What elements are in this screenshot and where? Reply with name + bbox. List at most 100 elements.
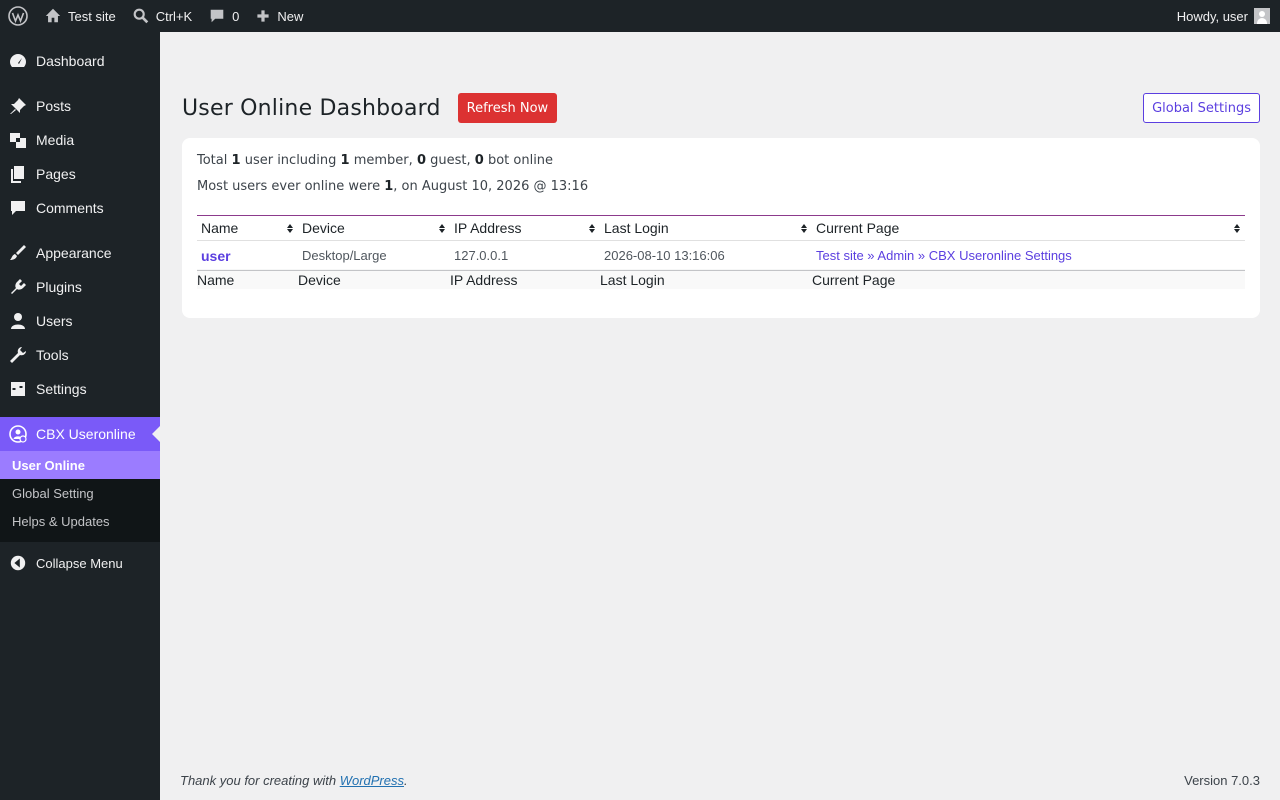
global-settings-button[interactable]: Global Settings	[1143, 93, 1260, 123]
brush-icon	[0, 243, 36, 263]
table-header-row: Name Device IP Address Last Login Curren…	[197, 215, 1245, 241]
sidebar-item-appearance[interactable]: Appearance	[0, 236, 160, 270]
comment-icon	[0, 198, 36, 218]
sidebar-item-comments[interactable]: Comments	[0, 191, 160, 225]
sidebar-item-dashboard[interactable]: Dashboard	[0, 44, 160, 78]
submenu-global-setting[interactable]: Global Setting	[0, 479, 160, 507]
sidebar-item-label: Comments	[36, 200, 104, 216]
sidebar-item-users[interactable]: Users	[0, 304, 160, 338]
cell-device: Desktop/Large	[298, 240, 450, 271]
comment-icon	[210, 9, 224, 23]
sidebar-item-label: Users	[36, 313, 73, 329]
footer-label-ip: IP Address	[450, 270, 600, 289]
sidebar-item-label: CBX Useronline	[36, 426, 136, 442]
stat-text: Most users ever online were	[197, 179, 381, 194]
my-account-menu[interactable]: Howdy, user	[1177, 8, 1280, 24]
footer-text: Thank you for creating with	[180, 773, 337, 788]
cell-last-login: 2026-08-10 13:16:06	[600, 240, 812, 271]
sort-icon	[439, 224, 446, 234]
home-icon	[45, 8, 61, 23]
main-content: User Online Dashboard Refresh Now Global…	[160, 32, 1280, 800]
sidebar-item-label: Pages	[36, 166, 76, 182]
stat-bot-count: 0	[474, 153, 484, 168]
table-footer-row: Name Device IP Address Last Login Curren…	[197, 270, 1245, 289]
sort-icon	[287, 224, 294, 234]
page-header: User Online Dashboard Refresh Now Global…	[182, 92, 1260, 124]
total-online-summary: Total 1 user including 1 member, 0 guest…	[197, 152, 1245, 178]
column-header-last-login[interactable]: Last Login	[600, 215, 812, 241]
table-row: user Desktop/Large 127.0.0.1 2026-08-10 …	[197, 240, 1245, 271]
wordpress-link[interactable]: WordPress	[340, 773, 404, 788]
stat-text: bot online	[487, 153, 554, 168]
sidebar-item-label: Posts	[36, 98, 72, 114]
new-content-link[interactable]: New	[247, 0, 311, 32]
sidebar-item-label: Settings	[36, 381, 87, 397]
stat-text: member,	[353, 153, 413, 168]
online-users-card: Total 1 user including 1 member, 0 guest…	[182, 138, 1260, 318]
pages-icon	[0, 164, 36, 184]
user-profile-link[interactable]: user	[201, 248, 231, 264]
column-header-name[interactable]: Name	[197, 215, 298, 241]
submenu-user-online[interactable]: User Online	[0, 451, 160, 479]
sort-icon	[589, 224, 596, 234]
cbx-useronline-submenu: User Online Global Setting Helps & Updat…	[0, 451, 160, 542]
cell-ip: 127.0.0.1	[450, 240, 600, 271]
stat-text: , on August 10, 2026 @ 13:16	[393, 179, 589, 194]
admin-bar: Test site Ctrl+K 0 New Howdy, user	[0, 0, 1280, 32]
current-page-link[interactable]: Test site » Admin » CBX Useronline Setti…	[816, 248, 1072, 263]
sidebar-item-label: Appearance	[36, 245, 112, 261]
search-icon	[133, 8, 148, 24]
stat-member-count: 1	[340, 153, 350, 168]
wrench-icon	[0, 345, 36, 365]
footer-label-name: Name	[197, 270, 298, 289]
comments-count: 0	[232, 8, 240, 24]
wordpress-logo-icon[interactable]	[0, 0, 36, 32]
dashboard-icon	[0, 51, 36, 71]
version-text: Version 7.0.3	[1184, 773, 1260, 788]
site-name-link[interactable]: Test site	[36, 0, 124, 32]
sort-icon	[1234, 224, 1241, 234]
column-header-current-page[interactable]: Current Page	[812, 215, 1245, 241]
admin-sidebar: Dashboard Posts Media Pages Comments App…	[0, 32, 160, 800]
sidebar-item-posts[interactable]: Posts	[0, 89, 160, 123]
collapse-icon	[0, 554, 36, 572]
cell-current-page: Test site » Admin » CBX Useronline Setti…	[812, 240, 1245, 271]
column-header-device[interactable]: Device	[298, 215, 450, 241]
submenu-helps-updates[interactable]: Helps & Updates	[0, 507, 160, 535]
column-label: Device	[302, 220, 345, 236]
footer-thanks: Thank you for creating with WordPress.	[180, 773, 408, 788]
column-label: Current Page	[816, 220, 900, 236]
comments-link[interactable]: 0	[200, 0, 247, 32]
avatar	[1254, 8, 1270, 24]
column-label: Last Login	[604, 220, 669, 236]
online-users-table: Name Device IP Address Last Login Curren…	[197, 215, 1245, 289]
command-palette-button[interactable]: Ctrl+K	[124, 0, 200, 32]
sidebar-item-cbx-useronline[interactable]: CBX Useronline	[0, 417, 160, 451]
sidebar-item-pages[interactable]: Pages	[0, 157, 160, 191]
plug-icon	[0, 277, 36, 297]
sidebar-item-label: Plugins	[36, 279, 82, 295]
stat-text: user including	[244, 153, 337, 168]
plus-icon	[257, 10, 270, 22]
collapse-menu-button[interactable]: Collapse Menu	[0, 546, 160, 580]
pin-icon	[0, 96, 36, 116]
sidebar-item-label: Tools	[36, 347, 69, 363]
sliders-icon	[0, 379, 36, 399]
sidebar-item-plugins[interactable]: Plugins	[0, 270, 160, 304]
refresh-now-button[interactable]: Refresh Now	[457, 93, 558, 123]
column-label: IP Address	[454, 220, 522, 236]
new-label: New	[277, 8, 304, 24]
most-online-summary: Most users ever online were 1, on August…	[197, 178, 1245, 204]
column-label: Name	[201, 220, 239, 236]
howdy-text: Howdy, user	[1176, 8, 1248, 24]
column-header-ip[interactable]: IP Address	[450, 215, 600, 241]
footer-label-last-login: Last Login	[600, 270, 812, 289]
sidebar-item-settings[interactable]: Settings	[0, 372, 160, 406]
user-online-icon	[0, 424, 36, 444]
stat-text: Total	[197, 153, 228, 168]
sidebar-item-tools[interactable]: Tools	[0, 338, 160, 372]
collapse-menu-label: Collapse Menu	[36, 555, 123, 571]
sort-icon	[801, 224, 808, 234]
sidebar-item-media[interactable]: Media	[0, 123, 160, 157]
stat-most-count: 1	[384, 179, 394, 194]
